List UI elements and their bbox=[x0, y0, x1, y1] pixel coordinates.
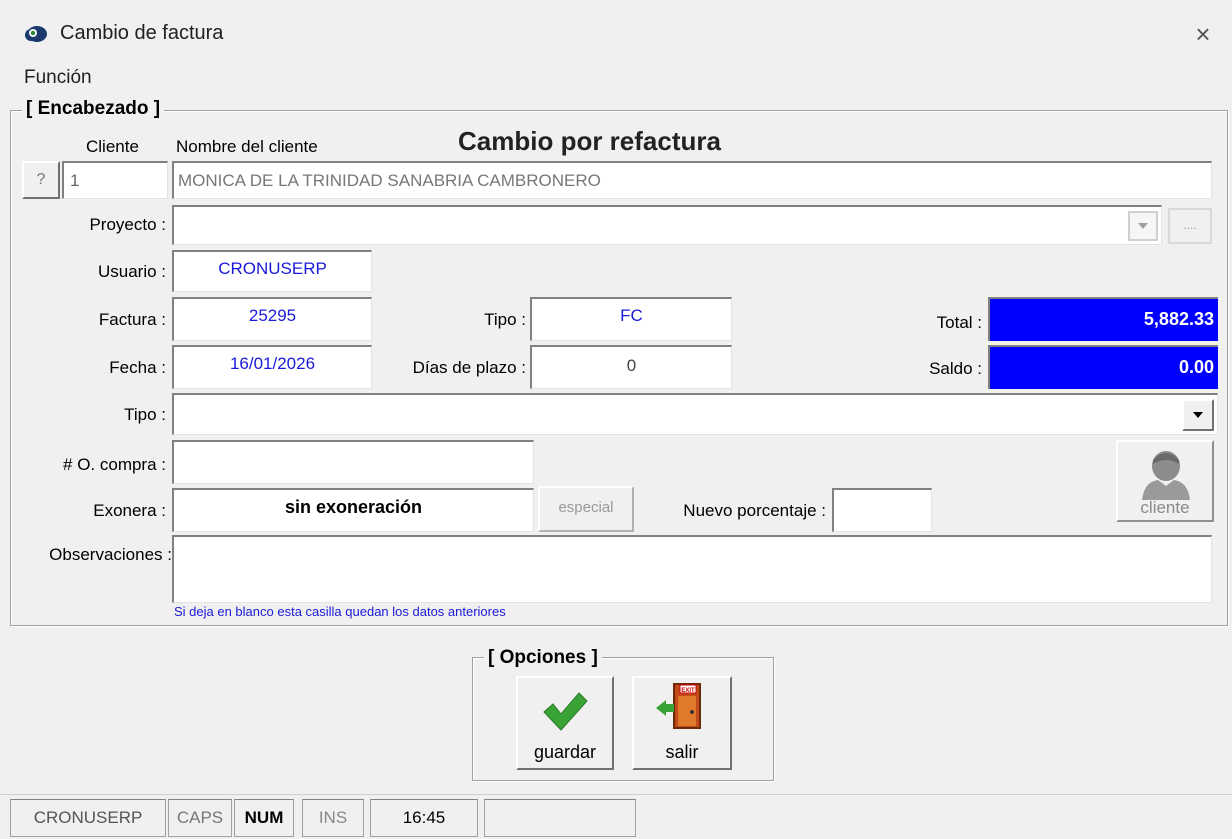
factura-label: Factura : bbox=[98, 310, 166, 329]
tipo-label: Tipo : bbox=[484, 310, 526, 329]
guardar-label: guardar bbox=[533, 742, 597, 762]
status-time: 16:45 bbox=[370, 799, 478, 837]
usuario-label: Usuario : bbox=[97, 262, 166, 281]
status-num: NUM bbox=[234, 799, 294, 837]
exit-door-icon: EXIT bbox=[656, 683, 701, 729]
status-extra bbox=[484, 799, 636, 837]
total-label: Total : bbox=[936, 313, 982, 332]
form-heading: Cambio por refactura bbox=[458, 126, 721, 156]
observaciones-label: Observaciones : bbox=[49, 545, 172, 564]
menu-funcion[interactable]: Función bbox=[24, 67, 92, 89]
observaciones-textarea[interactable] bbox=[172, 535, 1212, 603]
nuevo-porcentaje-label: Nuevo porcentaje : bbox=[683, 501, 826, 520]
saldo-value: 0.00 bbox=[988, 345, 1218, 389]
observaciones-hint: Si deja en blanco esta casilla quedan lo… bbox=[174, 604, 506, 619]
status-caps: CAPS bbox=[168, 799, 232, 837]
user-icon bbox=[1142, 451, 1190, 500]
dias-plazo-field: 0 bbox=[530, 345, 732, 389]
encabezado-title: [ Encabezado ] bbox=[22, 98, 165, 120]
app-cloud-icon bbox=[25, 26, 47, 42]
salir-button[interactable]: EXIT salir bbox=[632, 676, 732, 770]
especial-button[interactable]: especial bbox=[538, 486, 634, 532]
cliente-button-label: cliente bbox=[1140, 498, 1190, 517]
status-user: CRONUSERP bbox=[10, 799, 166, 837]
nuevo-porcentaje-input[interactable] bbox=[832, 488, 932, 532]
guardar-button[interactable]: guardar bbox=[516, 676, 614, 770]
fecha-field: 16/01/2026 bbox=[172, 345, 372, 389]
tipo2-label: Tipo : bbox=[124, 405, 166, 424]
tipo-select[interactable] bbox=[172, 393, 1218, 435]
exonera-field: sin exoneración bbox=[172, 488, 534, 532]
fecha-label: Fecha : bbox=[109, 358, 166, 377]
tipo-field: FC bbox=[530, 297, 732, 341]
menu-bar bbox=[0, 62, 1232, 96]
cliente-button[interactable]: cliente bbox=[1116, 440, 1214, 522]
proyecto-select[interactable] bbox=[172, 205, 1162, 245]
status-ins: INS bbox=[302, 799, 364, 837]
exonera-label: Exonera : bbox=[93, 501, 166, 520]
total-value: 5,882.33 bbox=[988, 297, 1218, 341]
factura-field: 25295 bbox=[172, 297, 372, 341]
nombre-cliente-label: Nombre del cliente bbox=[176, 137, 318, 156]
exit-sign-text: EXIT bbox=[681, 688, 695, 694]
cliente-name-input[interactable]: MONICA DE LA TRINIDAD SANABRIA CAMBRONER… bbox=[172, 161, 1212, 199]
proyecto-label: Proyecto : bbox=[89, 215, 166, 234]
cliente-lookup-button[interactable]: ? bbox=[22, 161, 60, 199]
checkmark-icon bbox=[543, 692, 588, 731]
close-icon[interactable]: × bbox=[1188, 20, 1218, 50]
dias-plazo-label: Días de plazo : bbox=[412, 358, 526, 377]
orden-compra-label: # O. compra : bbox=[63, 455, 166, 474]
proyecto-more-button[interactable]: .... bbox=[1168, 208, 1212, 244]
opciones-title: [ Opciones ] bbox=[484, 647, 602, 669]
status-bar-separator bbox=[0, 794, 1232, 795]
proyecto-dropdown-button[interactable] bbox=[1128, 211, 1158, 241]
chevron-down-icon bbox=[1138, 223, 1148, 229]
window-title: Cambio de factura bbox=[60, 22, 224, 44]
saldo-label: Saldo : bbox=[929, 359, 982, 378]
tipo-dropdown-button[interactable] bbox=[1182, 399, 1214, 431]
usuario-field: CRONUSERP bbox=[172, 250, 372, 292]
chevron-down-icon bbox=[1193, 412, 1203, 418]
cliente-label: Cliente bbox=[86, 137, 139, 156]
cliente-code-input[interactable]: 1 bbox=[62, 161, 168, 199]
orden-compra-input[interactable] bbox=[172, 440, 534, 484]
salir-label: salir bbox=[665, 742, 699, 762]
